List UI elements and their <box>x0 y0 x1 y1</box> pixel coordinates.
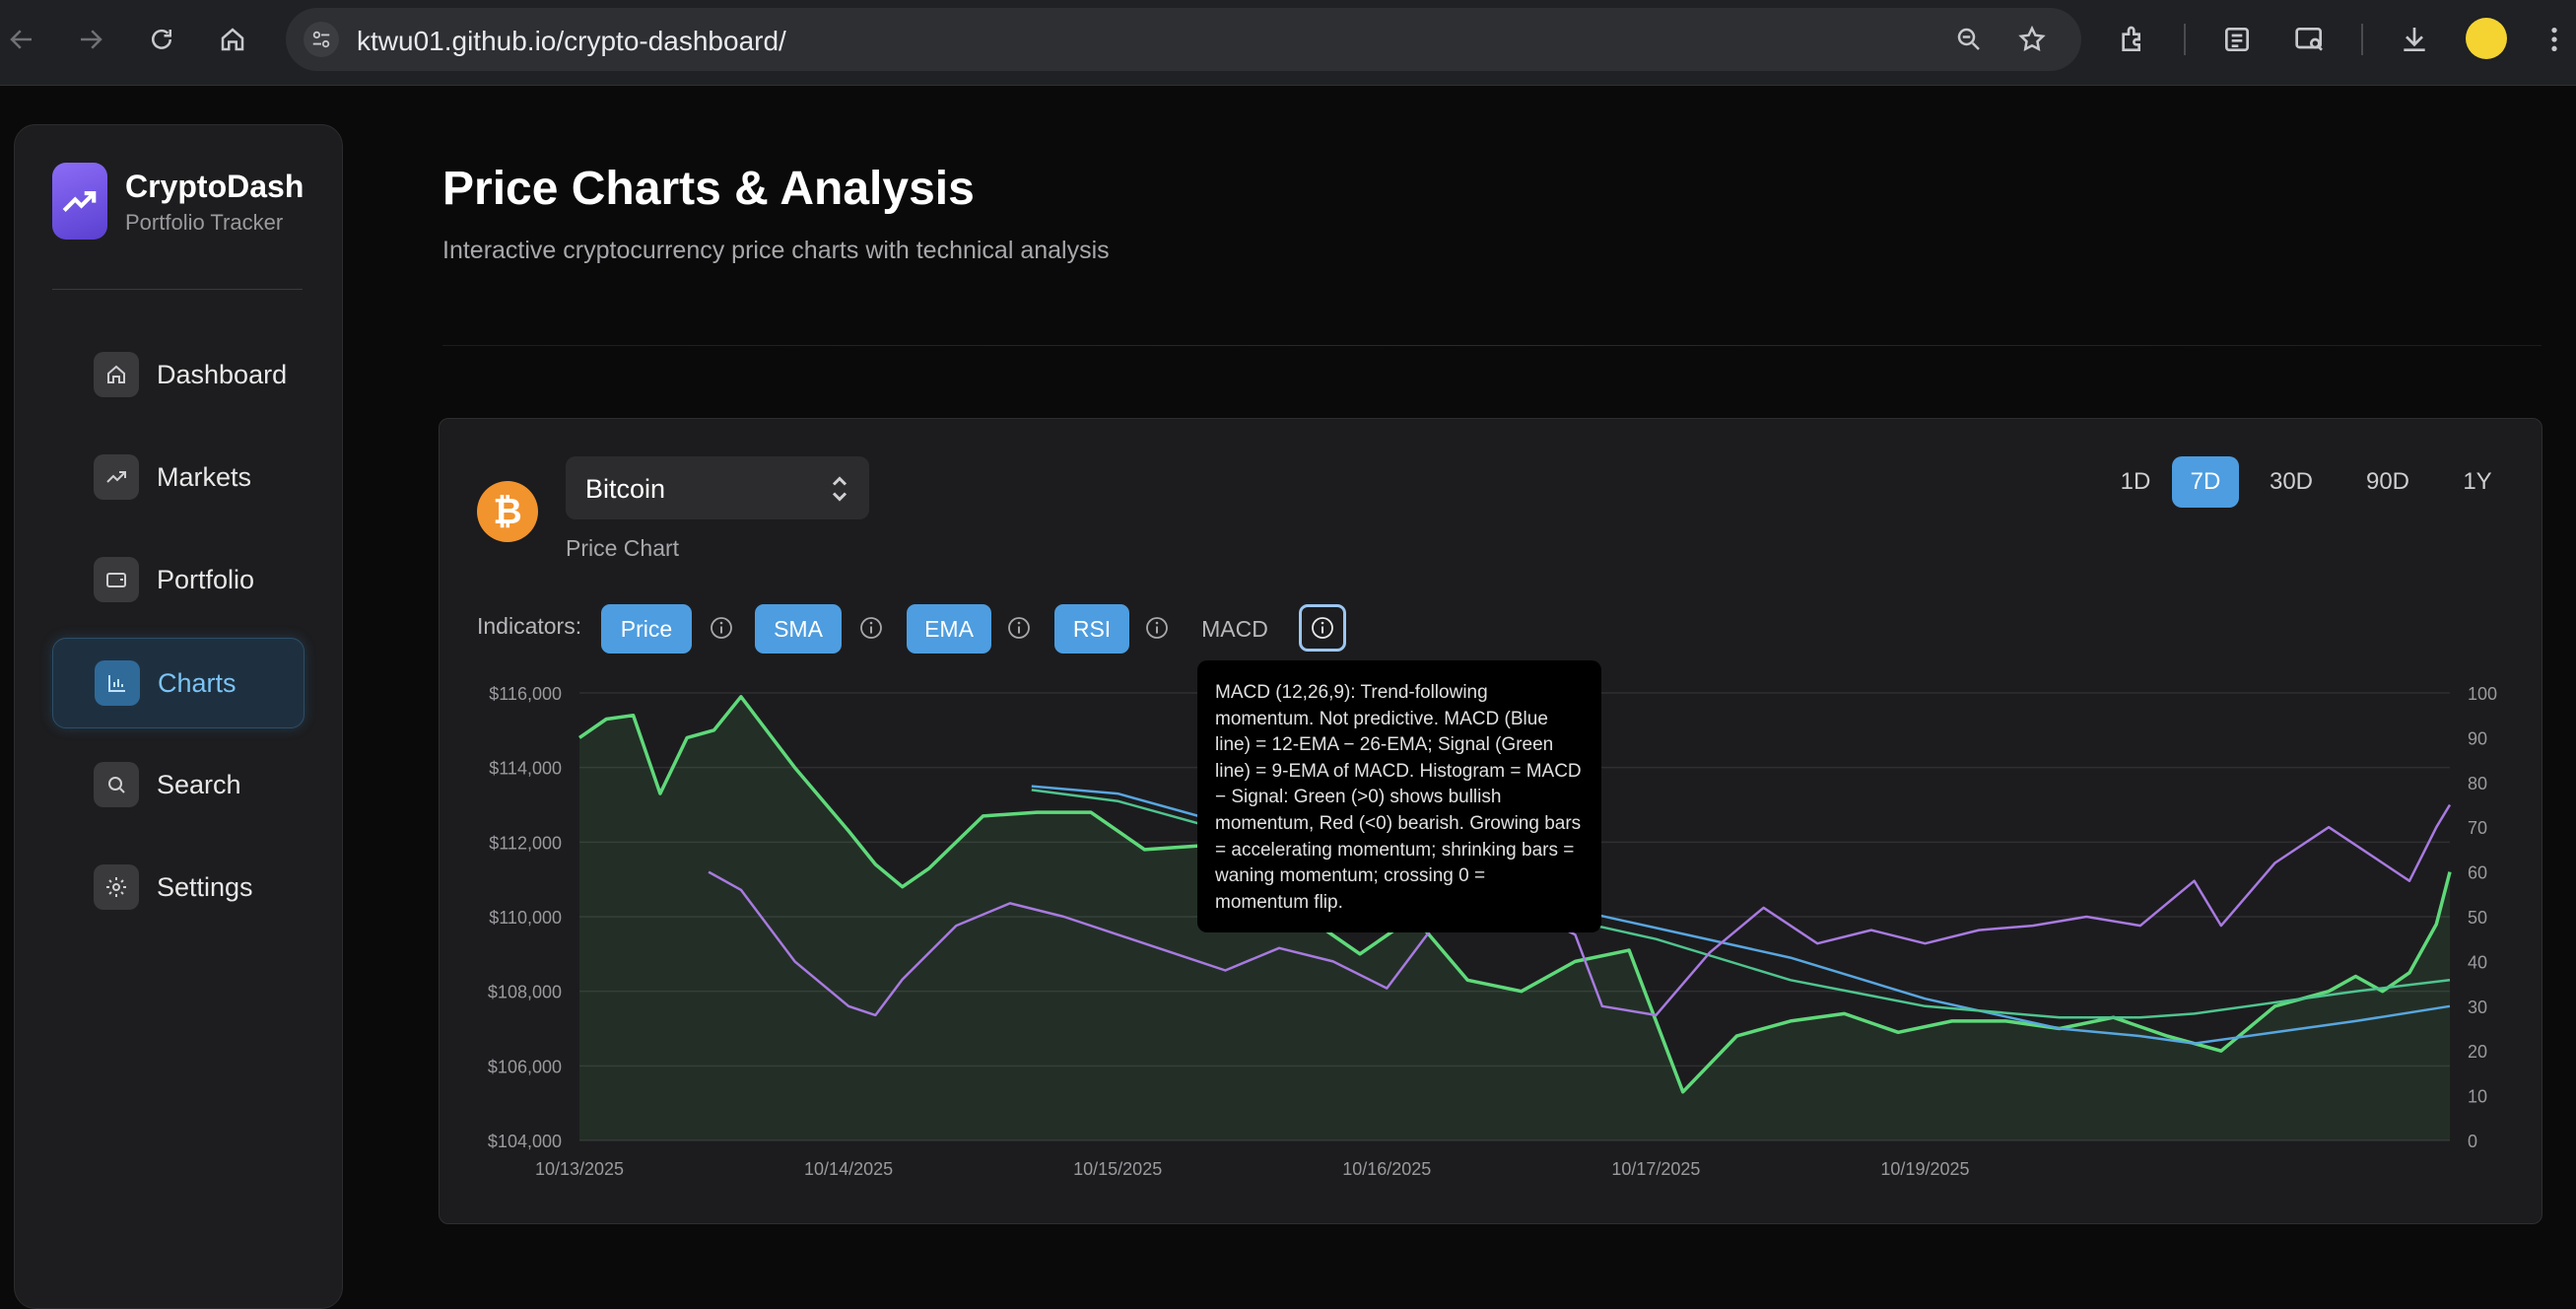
brand-subtitle: Portfolio Tracker <box>125 210 284 235</box>
sidebar-item-charts[interactable]: Charts <box>52 638 305 728</box>
sidebar-divider <box>52 289 303 290</box>
tab-search-icon[interactable] <box>2290 20 2330 59</box>
info-icon[interactable] <box>710 616 733 640</box>
sidebar: CryptoDash Portfolio Tracker Dashboard M… <box>14 124 343 1309</box>
logo-icon <box>52 163 107 240</box>
coin-select-value: Bitcoin <box>585 474 666 504</box>
toolbar-separator <box>2184 24 2186 55</box>
info-icon[interactable] <box>859 616 883 640</box>
home-icon[interactable] <box>213 20 252 59</box>
range-1d-button[interactable]: 1D <box>2103 456 2168 508</box>
sidebar-item-dashboard[interactable]: Dashboard <box>52 330 303 419</box>
macd-tooltip: MACD (12,26,9): Trend-following momentum… <box>1197 660 1601 932</box>
bar-chart-icon <box>95 660 140 706</box>
sidebar-item-label: Charts <box>158 668 237 698</box>
page-title: Price Charts & Analysis <box>442 163 975 215</box>
coin-select[interactable]: Bitcoin <box>566 456 869 519</box>
macd-info-button[interactable] <box>1299 604 1346 652</box>
reload-icon[interactable] <box>142 20 181 59</box>
back-icon[interactable] <box>2 20 41 59</box>
indicator-macd-toggle[interactable]: MACD <box>1192 604 1277 654</box>
reading-list-icon[interactable] <box>2217 20 2257 59</box>
page-subtitle: Interactive cryptocurrency price charts … <box>442 237 1110 264</box>
address-bar[interactable]: ktwu01.github.io/crypto-dashboard/ <box>286 8 2081 71</box>
url-text: ktwu01.github.io/crypto-dashboard/ <box>357 26 786 56</box>
trending-icon <box>94 454 139 500</box>
toolbar-separator <box>2361 24 2363 55</box>
sidebar-item-label: Settings <box>157 872 253 902</box>
chart-label: Price Chart <box>566 535 680 561</box>
info-icon <box>1312 617 1333 639</box>
profile-avatar[interactable] <box>2466 18 2507 59</box>
info-icon[interactable] <box>1007 616 1031 640</box>
sidebar-item-settings[interactable]: Settings <box>52 843 303 931</box>
brand-name: CryptoDash <box>125 169 305 204</box>
gear-icon <box>94 864 139 910</box>
sidebar-item-portfolio[interactable]: Portfolio <box>52 535 303 624</box>
indicators-label: Indicators: <box>477 613 582 639</box>
menu-icon[interactable] <box>2535 20 2574 59</box>
indicator-ema-toggle[interactable]: EMA <box>907 604 991 654</box>
sidebar-item-label: Dashboard <box>157 360 288 389</box>
home-icon <box>94 352 139 397</box>
sidebar-item-search[interactable]: Search <box>52 740 303 829</box>
forward-icon[interactable] <box>71 20 110 59</box>
bitcoin-icon: ₿ <box>477 481 538 542</box>
info-icon[interactable] <box>1145 616 1169 640</box>
site-settings-icon[interactable] <box>304 22 339 57</box>
browser-toolbar: ktwu01.github.io/crypto-dashboard/ <box>0 0 2576 86</box>
sidebar-item-label: Markets <box>157 462 252 492</box>
range-7d-button[interactable]: 7D <box>2172 456 2239 508</box>
zoom-icon[interactable] <box>1949 20 1989 59</box>
search-icon <box>94 762 139 807</box>
range-90d-button[interactable]: 90D <box>2343 456 2432 508</box>
range-1y-button[interactable]: 1Y <box>2440 456 2515 508</box>
indicator-price-toggle[interactable]: Price <box>601 604 692 654</box>
header-divider <box>442 345 2542 346</box>
sidebar-item-markets[interactable]: Markets <box>52 433 303 521</box>
wallet-icon <box>94 557 139 602</box>
sidebar-item-label: Search <box>157 770 241 799</box>
sidebar-item-label: Portfolio <box>157 565 255 594</box>
bookmark-star-icon[interactable] <box>2012 20 2052 59</box>
range-30d-button[interactable]: 30D <box>2247 456 2336 508</box>
indicator-sma-toggle[interactable]: SMA <box>755 604 842 654</box>
indicator-rsi-toggle[interactable]: RSI <box>1054 604 1129 654</box>
extensions-icon[interactable] <box>2113 20 2152 59</box>
download-icon[interactable] <box>2395 20 2434 59</box>
chevron-updown-icon <box>832 476 847 502</box>
